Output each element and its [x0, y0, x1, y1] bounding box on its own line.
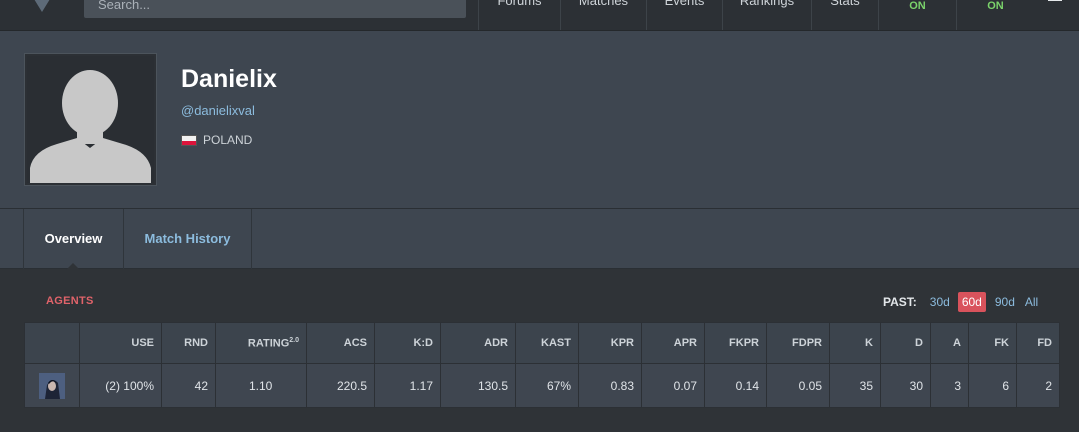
filter-60d[interactable]: 60d	[957, 292, 986, 312]
cell-d: 30	[880, 363, 931, 408]
col-kpr[interactable]: KPR	[578, 322, 642, 364]
col-kd[interactable]: K:D	[374, 322, 441, 364]
cell-adr: 130.5	[440, 363, 516, 408]
cell-rating: 1.10	[215, 363, 307, 408]
cell-fk: 6	[968, 363, 1017, 408]
cell-kd: 1.17	[374, 363, 441, 408]
search-input[interactable]: Search...	[84, 0, 466, 18]
cell-fd: 2	[1016, 363, 1060, 408]
active-tab-caret	[66, 263, 80, 270]
col-fdpr[interactable]: FDPR	[766, 322, 830, 364]
player-handle-link[interactable]: @danielixval	[181, 103, 255, 118]
table-row: (2) 100% 42 1.10 220.5 1.17 130.5 67% 0.…	[24, 363, 1060, 408]
nav-matches[interactable]: Matches	[560, 0, 646, 30]
cell-kast: 67%	[515, 363, 579, 408]
col-fd[interactable]: FD	[1016, 322, 1060, 364]
nav-events[interactable]: Events	[646, 0, 722, 30]
col-k[interactable]: K	[829, 322, 881, 364]
default-avatar-icon	[27, 56, 154, 183]
nav-rankings[interactable]: Rankings	[722, 0, 811, 30]
tab-overview[interactable]: Overview	[23, 209, 124, 269]
col-rnd[interactable]: RND	[161, 322, 216, 364]
avatar	[24, 53, 157, 186]
site-logo-icon[interactable]	[22, 0, 62, 16]
cell-acs: 220.5	[306, 363, 375, 408]
agent-cell	[24, 363, 80, 408]
col-adr[interactable]: ADR	[440, 322, 516, 364]
filter-30d[interactable]: 30d	[930, 293, 950, 311]
tab-match-history[interactable]: Match History	[124, 209, 252, 269]
player-country: POLAND	[181, 133, 252, 147]
cell-apr: 0.07	[641, 363, 705, 408]
table-header-row: USE RND RATING2.0 ACS K:D ADR KAST KPR A…	[24, 322, 1060, 364]
cell-use: (2) 100%	[79, 363, 162, 408]
cell-kpr: 0.83	[578, 363, 642, 408]
toggle-one[interactable]: ON	[878, 0, 956, 30]
cell-fdpr: 0.05	[766, 363, 830, 408]
poland-flag-icon	[181, 134, 197, 146]
country-label: POLAND	[203, 133, 253, 147]
col-use[interactable]: USE	[79, 322, 162, 364]
filter-all[interactable]: All	[1025, 293, 1038, 311]
agents-table: USE RND RATING2.0 ACS K:D ADR KAST KPR A…	[24, 322, 1060, 408]
toggle-two[interactable]: ON	[956, 0, 1034, 30]
time-filter: PAST: 30d 60d 90d All	[883, 292, 1048, 312]
nav-forums[interactable]: Forums	[478, 0, 560, 30]
col-d[interactable]: D	[880, 322, 931, 364]
past-label: PAST:	[883, 295, 917, 309]
filter-90d[interactable]: 90d	[995, 293, 1015, 311]
cell-k: 35	[829, 363, 881, 408]
top-navbar: Search... Forums Matches Events Rankings…	[0, 0, 1079, 31]
profile-tabs: Overview Match History	[0, 209, 1079, 269]
col-rating[interactable]: RATING2.0	[215, 322, 307, 364]
cell-rnd: 42	[161, 363, 216, 408]
nav-stats[interactable]: Stats	[811, 0, 878, 30]
col-apr[interactable]: APR	[641, 322, 705, 364]
cell-fkpr: 0.14	[704, 363, 767, 408]
hamburger-menu-icon[interactable]	[1048, 0, 1062, 4]
agent-portrait-icon	[39, 372, 65, 399]
col-agent	[24, 322, 80, 364]
col-acs[interactable]: ACS	[306, 322, 375, 364]
col-fk[interactable]: FK	[968, 322, 1017, 364]
cell-a: 3	[930, 363, 969, 408]
col-fkpr[interactable]: FKPR	[704, 322, 767, 364]
agents-heading: AGENTS	[46, 295, 94, 307]
profile-header: Danielix @danielixval POLAND	[0, 31, 1079, 209]
col-a[interactable]: A	[930, 322, 969, 364]
col-kast[interactable]: KAST	[515, 322, 579, 364]
player-name: Danielix	[181, 65, 277, 93]
